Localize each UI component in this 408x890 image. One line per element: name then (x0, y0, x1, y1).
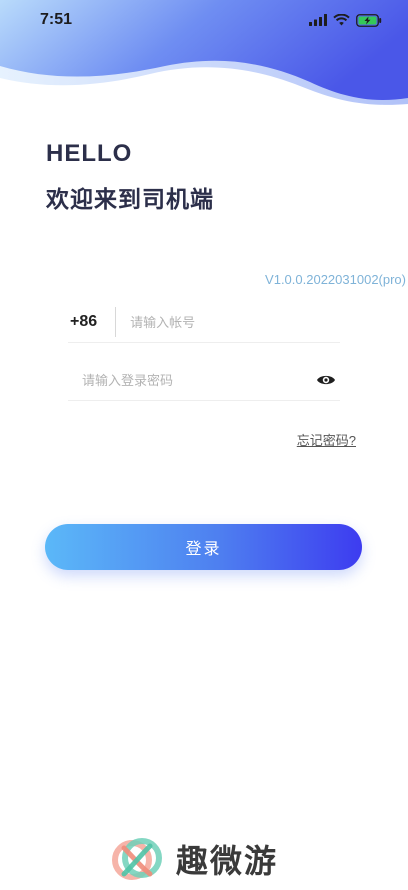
login-button[interactable]: 登录 (45, 524, 362, 570)
battery-charging-icon (356, 13, 382, 27)
country-code-divider (115, 307, 117, 337)
watermark: 趣微游 (110, 832, 278, 886)
welcome-title: 欢迎来到司机端 (46, 186, 214, 212)
version-label: V1.0.0.2022031002(pro) (265, 272, 406, 287)
cellular-signal-icon (309, 14, 327, 26)
forgot-password-link[interactable]: 忘记密码? (297, 430, 356, 449)
wifi-icon (333, 14, 350, 26)
show-password-eye-icon[interactable] (316, 373, 336, 387)
watermark-logo-icon (112, 838, 162, 880)
hello-heading: HELLO (46, 140, 133, 167)
password-input-row (68, 360, 340, 401)
status-icons (309, 13, 382, 27)
status-time: 7:51 (40, 11, 73, 28)
country-code[interactable]: +86 (68, 313, 97, 331)
password-input[interactable] (68, 372, 316, 388)
watermark-text: 趣微游 (176, 843, 279, 879)
account-input-row: +86 (68, 302, 340, 343)
status-bar: 7:51 (0, 0, 408, 44)
account-input[interactable] (130, 314, 340, 330)
